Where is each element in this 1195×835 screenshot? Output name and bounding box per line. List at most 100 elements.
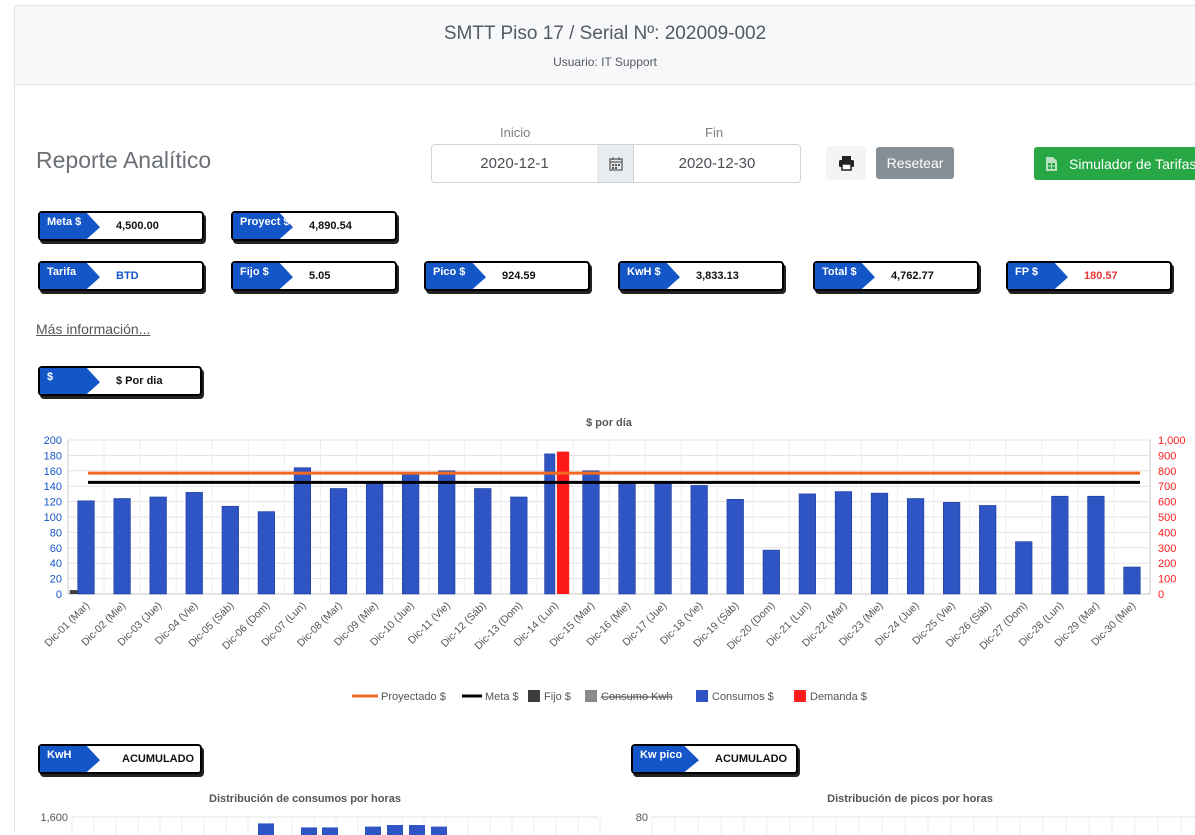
y-tick-label: 60 bbox=[50, 543, 62, 555]
page-header: SMTT Piso 17 / Serial Nº: 202009-002 Usu… bbox=[14, 5, 1195, 85]
y2-tick-label: 1,000 bbox=[1158, 435, 1186, 447]
kpi-total: Total $ 4,762.77 bbox=[813, 261, 979, 291]
chart-mode-selector[interactable]: $ $ Por dia bbox=[38, 366, 202, 396]
kpi-value: 3,833.13 bbox=[696, 270, 739, 282]
kpi-value: 4,500.00 bbox=[116, 220, 159, 232]
kpi-tag: KwH $ bbox=[620, 263, 680, 289]
kwpico-selector[interactable]: Kw pico ACUMULADO bbox=[631, 744, 798, 774]
kpi-tag: Proyect $ bbox=[233, 213, 293, 239]
y2-tick-label: 400 bbox=[1158, 527, 1176, 539]
bar-consumos bbox=[510, 496, 528, 595]
end-date-label: Fin bbox=[705, 125, 724, 140]
kpi-fp: FP $ 180.57 bbox=[1006, 261, 1172, 291]
bar-consumos bbox=[113, 498, 131, 595]
kwh-selector-tag: KwH bbox=[40, 746, 100, 772]
legend-swatch bbox=[528, 690, 540, 702]
page-title: Reporte Analítico bbox=[36, 147, 212, 173]
y-tick-label: 100 bbox=[44, 512, 62, 524]
bar-consumos bbox=[582, 470, 600, 595]
y-tick-label: 0 bbox=[56, 589, 62, 601]
y-tick-label: 80 bbox=[50, 527, 62, 539]
kpi-fijo: Fijo $ 5.05 bbox=[231, 261, 397, 291]
bar-consumos bbox=[979, 505, 997, 595]
y2-tick-label: 200 bbox=[1158, 558, 1176, 570]
y-tick-label: 80 bbox=[636, 812, 648, 824]
y2-tick-label: 300 bbox=[1158, 543, 1176, 555]
y-tick-label: 160 bbox=[44, 466, 62, 478]
bar-consumos bbox=[870, 492, 889, 595]
kwh-selector[interactable]: KwH ACUMULADO bbox=[38, 744, 202, 774]
legend-label: Meta $ bbox=[485, 691, 519, 703]
bar-consumos bbox=[618, 481, 636, 595]
kpi-tarifa: Tarifa BTD bbox=[38, 261, 204, 291]
kpi-value: 4,890.54 bbox=[309, 220, 352, 232]
peaks-hours-chart-title: Distribución de picos por horas bbox=[827, 793, 993, 805]
kpi-pico: Pico $ 924.59 bbox=[424, 261, 590, 291]
y-tick-label: 120 bbox=[44, 497, 62, 509]
bar-consumos bbox=[943, 502, 961, 595]
chart-mode-value: $ Por dia bbox=[116, 375, 163, 387]
kwpico-selector-tag: Kw pico bbox=[633, 746, 699, 772]
kwpico-selector-value: ACUMULADO bbox=[715, 753, 788, 765]
kpi-meta: Meta $ 4,500.00 bbox=[38, 211, 204, 241]
kpi-value: BTD bbox=[116, 270, 139, 282]
bar-consumos bbox=[834, 491, 853, 595]
print-icon bbox=[838, 156, 854, 171]
bar-consumos bbox=[726, 498, 744, 595]
legend-label: Fijo $ bbox=[544, 691, 571, 703]
bar-consumos bbox=[762, 549, 780, 595]
tariff-simulator-button[interactable]: Simulador de Tarifas bbox=[1034, 147, 1195, 180]
bar-consumo-hora bbox=[387, 825, 403, 835]
kwh-selector-value: ACUMULADO bbox=[122, 753, 195, 765]
reset-button[interactable]: Resetear bbox=[876, 147, 954, 179]
y2-tick-label: 700 bbox=[1158, 481, 1176, 493]
kpi-tag: Total $ bbox=[815, 263, 875, 289]
kpi-tag: Tarifa bbox=[40, 263, 100, 289]
end-date-input[interactable]: 2020-12-30 bbox=[633, 144, 801, 183]
legend-swatch bbox=[794, 690, 806, 702]
kpi-proyect: Proyect $ 4,890.54 bbox=[231, 211, 397, 241]
calendar-icon[interactable] bbox=[597, 144, 634, 183]
y2-tick-label: 100 bbox=[1158, 574, 1176, 586]
start-date-label: Inicio bbox=[500, 125, 531, 140]
y-tick-label: 40 bbox=[50, 558, 62, 570]
bar-consumos bbox=[402, 472, 420, 595]
kpi-tag: Meta $ bbox=[40, 213, 100, 239]
bar-consumo-hora bbox=[258, 823, 274, 835]
print-button[interactable] bbox=[826, 146, 866, 180]
legend-label: Proyectado $ bbox=[381, 691, 446, 703]
legend-label: Consumo Kwh bbox=[601, 691, 673, 703]
legend-label: Demanda $ bbox=[810, 691, 867, 703]
spreadsheet-icon bbox=[1046, 156, 1057, 171]
start-date-input[interactable]: 2020-12-1 bbox=[431, 144, 598, 183]
bar-consumo-hora bbox=[365, 826, 381, 835]
hourly-distribution-charts: 1,600 80 bbox=[40, 812, 1195, 835]
bar-consumos bbox=[906, 498, 925, 595]
bar-consumo-hora bbox=[301, 827, 317, 835]
more-info-link[interactable]: Más información... bbox=[36, 321, 150, 337]
chart-mode-tag: $ bbox=[40, 368, 100, 394]
bar-consumos bbox=[1015, 541, 1033, 595]
bar-consumos bbox=[1123, 566, 1141, 595]
bar-consumos bbox=[690, 485, 708, 595]
daily-cost-chart: $ por día 0 20 40 60 80 100 120 140 160 180 200 0 100… bbox=[42, 417, 1186, 703]
y2-tick-label: 0 bbox=[1158, 589, 1164, 601]
bar-consumos bbox=[1051, 495, 1069, 595]
bar-consumo-hora bbox=[431, 826, 447, 835]
y2-tick-label: 600 bbox=[1158, 497, 1176, 509]
y-tick-label: 140 bbox=[44, 481, 62, 493]
legend-label: Consumos $ bbox=[712, 691, 774, 703]
bar-consumo-hora bbox=[322, 827, 338, 835]
bar-consumos bbox=[654, 481, 672, 595]
kpi-tag: Pico $ bbox=[426, 263, 486, 289]
kpi-value: 180.57 bbox=[1084, 270, 1118, 282]
bar-consumo-hora bbox=[409, 825, 425, 835]
y2-tick-label: 800 bbox=[1158, 466, 1176, 478]
bar-consumos bbox=[293, 467, 312, 595]
y-tick-label: 180 bbox=[44, 450, 62, 462]
y-tick-label: 200 bbox=[44, 435, 62, 447]
bar-consumos bbox=[77, 500, 95, 595]
bar-consumos bbox=[221, 505, 239, 595]
legend-swatch bbox=[585, 690, 597, 702]
bar-consumos bbox=[1087, 495, 1105, 595]
